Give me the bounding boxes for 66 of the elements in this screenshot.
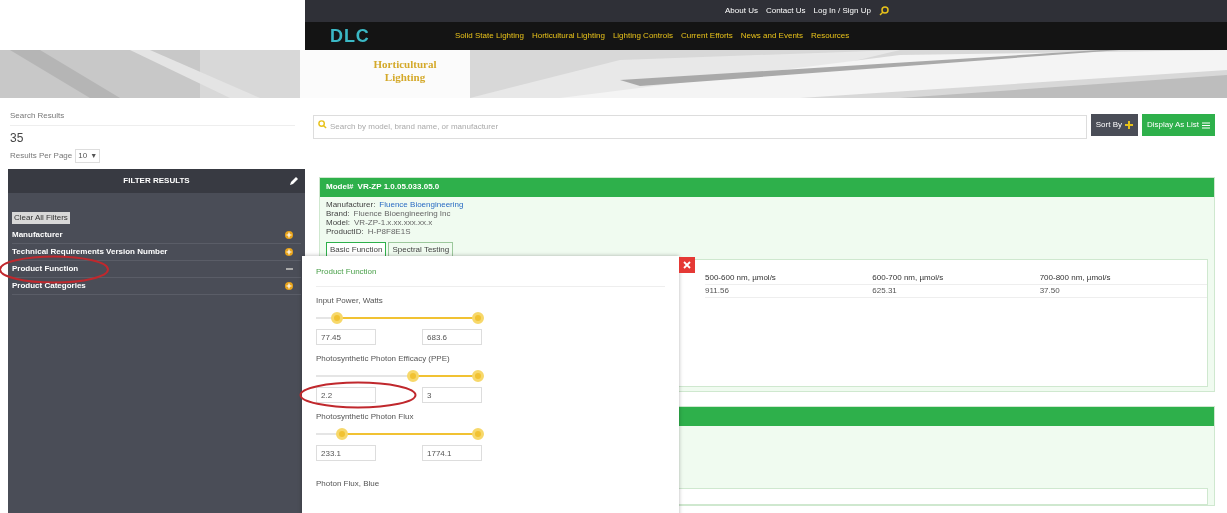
nav-link[interactable]: Resources — [811, 30, 850, 42]
list-icon — [1202, 121, 1210, 129]
slider-thumb[interactable] — [335, 428, 348, 440]
clear-filters-button[interactable]: Clear All Filters — [12, 212, 70, 224]
search-icon — [318, 120, 327, 129]
slider-label: Input Power, Watts — [316, 295, 384, 307]
results-count: 35 — [10, 130, 25, 147]
results-label: Search Results — [10, 110, 295, 126]
filter-item[interactable]: Product Categories — [12, 278, 301, 295]
filter-item[interactable]: Product Function — [12, 261, 301, 278]
table-cell-text: 625.31 — [872, 284, 898, 297]
max-field[interactable]: 683.6 — [422, 329, 482, 345]
column-header: 500-600 nm, µmol/s — [705, 271, 777, 284]
modal-title: Product Function — [316, 266, 665, 287]
detail-label: Model: — [326, 217, 350, 227]
model-number: VR-ZP 1.0.05.033.05.0 — [357, 181, 440, 193]
max-field[interactable]: 1774.1 — [422, 445, 482, 461]
pencil-icon[interactable] — [289, 176, 299, 186]
close-icon — [683, 261, 691, 269]
per-page-label: Results Per Page — [10, 150, 73, 162]
detail-value: Fluence Bioengineering Inc — [353, 208, 451, 218]
slider-thumb[interactable] — [331, 312, 344, 324]
max-field[interactable]: 3 — [422, 387, 482, 403]
nav-link[interactable]: Horticultural Lighting — [531, 30, 605, 42]
detail-value: VR-ZP-1.x.xx.xxx.xx.x — [354, 217, 433, 227]
column-header: 700-800 nm, µmol/s — [1039, 271, 1112, 284]
detail-link[interactable]: Fluence Bioengineering — [379, 199, 464, 209]
nav-link[interactable]: News and Events — [740, 30, 804, 42]
nav-link[interactable]: Current Efforts — [680, 30, 733, 42]
detail-label: Manufacturer: — [326, 199, 376, 209]
table-cell-text: 37.50 — [1039, 284, 1061, 297]
banner-title: Horticultural Lighting — [372, 58, 438, 84]
plus-icon[interactable] — [285, 248, 293, 256]
detail-label: ProductID: — [326, 226, 364, 236]
slider-label: Photon Flux, Blue — [316, 479, 380, 488]
slider-thumb[interactable] — [472, 312, 484, 324]
model-label: Model# — [326, 181, 354, 193]
column-header: 600-700 nm, µmol/s — [872, 271, 945, 284]
slider-thumb[interactable] — [407, 370, 420, 382]
top-link[interactable]: About Us — [725, 5, 758, 17]
minus-icon[interactable] — [286, 268, 293, 270]
filter-item[interactable]: Technical Requirements Version Number — [12, 244, 301, 261]
logo[interactable]: DLC — [330, 22, 455, 50]
detail-value: H-P8F8E1S — [367, 226, 411, 236]
search-field[interactable]: Search by model, brand name, or manufacturer — [313, 114, 1087, 139]
plus-icon[interactable] — [285, 282, 293, 290]
filter-item[interactable]: Manufacturer — [12, 227, 301, 244]
plus-icon — [1124, 121, 1133, 130]
slider-label: Photosynthetic Photon Flux — [316, 411, 415, 423]
sort-button[interactable]: Sort By — [1090, 114, 1138, 137]
detail-label: Brand: — [326, 208, 350, 218]
min-field[interactable]: 233.1 — [316, 445, 376, 461]
nav-link[interactable]: Solid State Lighting — [455, 30, 524, 42]
table-cell-text: 911.56 — [705, 284, 730, 297]
close-button[interactable] — [679, 257, 695, 273]
min-field[interactable]: 2.2 — [316, 387, 376, 403]
slider-thumb[interactable] — [472, 370, 484, 382]
filter-title: FILTER RESULTS — [123, 175, 190, 187]
search-icon[interactable] — [878, 6, 889, 16]
top-link[interactable]: Log In / Sign Up — [813, 5, 871, 17]
slider-label: Photosynthetic Photon Efficacy (PPE) — [316, 353, 451, 365]
top-link[interactable]: Contact Us — [765, 5, 806, 17]
slider-thumb[interactable] — [472, 428, 484, 440]
nav-link[interactable]: Lighting Controls — [612, 30, 673, 42]
plus-icon[interactable] — [285, 231, 293, 239]
min-field[interactable]: 77.45 — [316, 329, 376, 345]
